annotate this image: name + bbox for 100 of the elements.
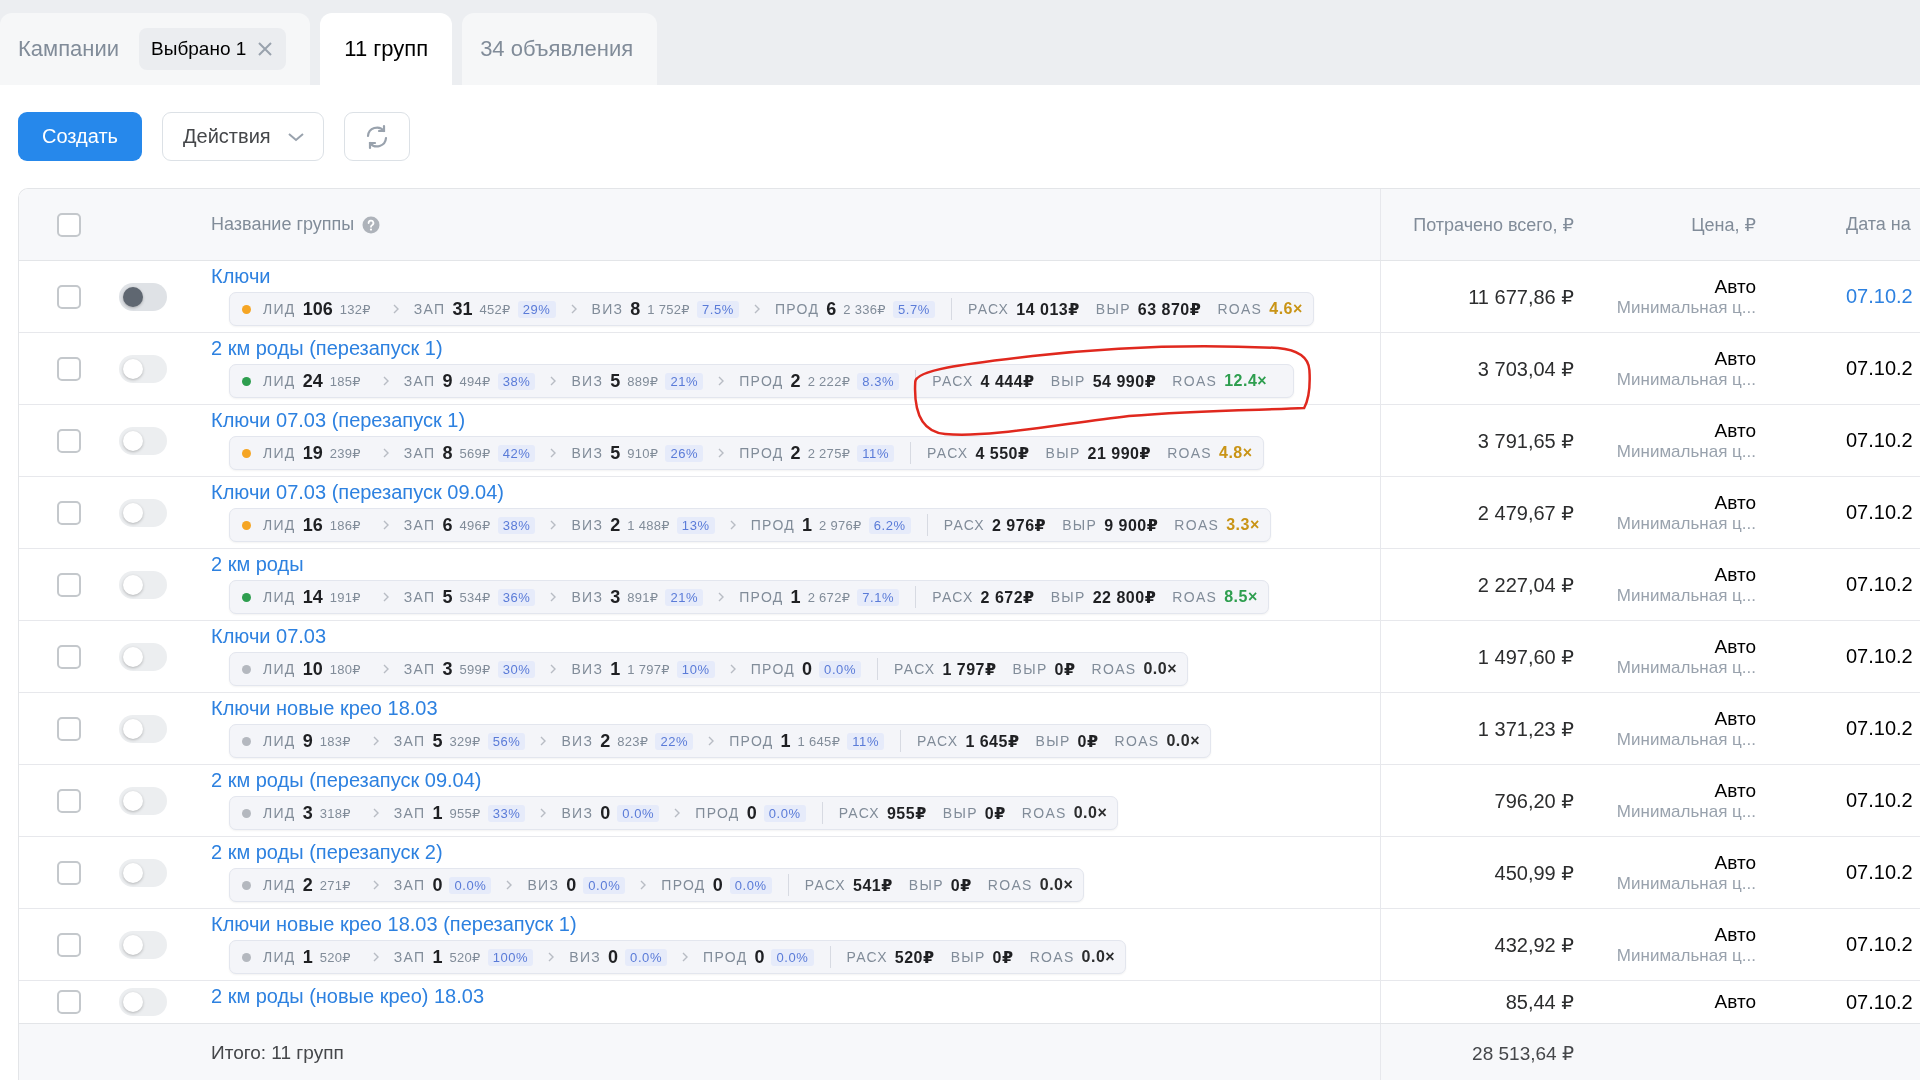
total-label: РАСХ xyxy=(932,589,974,605)
group-name-link[interactable]: Ключи 07.03 xyxy=(211,625,327,648)
status-toggle[interactable] xyxy=(119,930,167,959)
group-name-link[interactable]: Ключи новые крео 18.03 xyxy=(211,697,438,720)
row-checkbox[interactable] xyxy=(57,572,81,597)
actions-dropdown[interactable]: Действия xyxy=(162,112,324,161)
total-value: 63 870₽ xyxy=(1137,299,1202,319)
stage-cost: 186₽ xyxy=(329,517,361,533)
row-checkbox[interactable] xyxy=(57,990,81,1014)
conversion-badge: 38% xyxy=(497,516,536,534)
selection-chip[interactable]: Выбрано 1 xyxy=(139,28,287,70)
status-toggle[interactable] xyxy=(119,498,167,527)
date-cell-text: 07.10.2 xyxy=(1845,789,1914,812)
row-checkbox[interactable] xyxy=(57,788,81,813)
group-name-link[interactable]: 2 км роды (перезапуск 2) xyxy=(211,841,443,864)
price-note: Минимальная ц... xyxy=(1616,801,1756,822)
status-toggle[interactable] xyxy=(119,570,167,599)
stage-label: ЛИД xyxy=(263,589,296,605)
chevron-right-icon xyxy=(639,880,648,890)
price-note: Минимальная ц... xyxy=(1616,873,1756,894)
conversion-badge: 29% xyxy=(517,300,556,318)
status-toggle[interactable] xyxy=(119,858,167,887)
group-name-link[interactable]: 2 км роды (перезапуск 09.04) xyxy=(211,769,482,792)
stage-cost: 494₽ xyxy=(459,373,491,389)
stage-count: 2 xyxy=(790,370,801,392)
row-checkbox[interactable] xyxy=(57,860,81,885)
refresh-button[interactable] xyxy=(343,112,410,161)
row-checkbox[interactable] xyxy=(57,284,81,309)
status-toggle[interactable] xyxy=(119,988,167,1016)
conversion-badge: 21% xyxy=(665,588,704,606)
total-value: 4.8× xyxy=(1219,444,1253,462)
stage-cost: 2 222₽ xyxy=(807,373,851,389)
conversion-badge: 100% xyxy=(487,948,534,966)
spent-cell-text: 85,44 ₽ xyxy=(1504,990,1575,1014)
total-label: ROAS xyxy=(1172,589,1218,605)
spent-cell-text: 2 227,04 ₽ xyxy=(1476,572,1575,597)
stage-count: 5 xyxy=(432,730,443,752)
date-cell[interactable]: 07.10.2 xyxy=(1794,285,1920,308)
total-value: 0.0× xyxy=(1143,660,1178,678)
group-name-link[interactable]: 2 км роды xyxy=(211,553,304,576)
create-button[interactable]: Создать xyxy=(18,112,142,161)
chevron-right-icon xyxy=(549,448,558,458)
stage-cost: 910₽ xyxy=(627,445,659,461)
select-all-checkbox[interactable] xyxy=(57,212,81,237)
conversion-badge: 7.5% xyxy=(696,300,739,318)
row-checkbox[interactable] xyxy=(57,500,81,525)
close-icon[interactable] xyxy=(256,40,275,58)
chevron-right-icon xyxy=(371,736,380,746)
stage-count: 106 xyxy=(302,298,333,320)
date-cell-text: 07.10.2 xyxy=(1845,990,1914,1014)
chevron-right-icon xyxy=(539,736,548,746)
conversion-badge: 0.0% xyxy=(617,804,660,822)
chevron-right-icon xyxy=(728,664,737,674)
total-value: 955₽ xyxy=(886,803,927,823)
stage-label: ВИЗ xyxy=(571,589,604,605)
total-label: ВЫР xyxy=(942,805,978,821)
group-name-link[interactable]: Ключи xyxy=(211,265,271,288)
stage-label: ЛИД xyxy=(263,805,296,821)
row-checkbox[interactable] xyxy=(57,644,81,669)
row-checkbox[interactable] xyxy=(57,356,81,381)
status-toggle[interactable] xyxy=(119,786,167,815)
group-name-link[interactable]: 2 км роды (новые крео) 18.03 xyxy=(211,985,485,1008)
stage-label: ВИЗ xyxy=(569,949,602,965)
stage-label: ЗАП xyxy=(393,877,426,893)
status-toggle[interactable] xyxy=(119,642,167,671)
price-note: Минимальная ц... xyxy=(1616,945,1756,966)
group-name-link[interactable]: Ключи новые крео 18.03 (перезапуск 1) xyxy=(211,913,577,936)
total-value: 0₽ xyxy=(992,947,1014,967)
chevron-right-icon xyxy=(381,448,390,458)
tab[interactable]: 11 групп xyxy=(320,13,453,85)
row-checkbox[interactable] xyxy=(57,716,81,741)
stage-cost: 2 275₽ xyxy=(807,445,851,461)
stage-cost: 534₽ xyxy=(459,589,491,605)
group-name-link[interactable]: 2 км роды (перезапуск 1) xyxy=(211,337,443,360)
tab[interactable]: 34 объявления xyxy=(462,13,658,85)
group-name-link[interactable]: Ключи 07.03 (перезапуск 09.04) xyxy=(211,481,504,504)
tab-label[interactable]: Кампании xyxy=(18,36,120,62)
status-toggle[interactable] xyxy=(119,282,167,311)
total-label: РАСХ xyxy=(943,517,985,533)
stage-count: 3 xyxy=(442,658,453,680)
row-checkbox[interactable] xyxy=(57,428,81,453)
status-toggle[interactable] xyxy=(119,426,167,455)
status-toggle[interactable] xyxy=(119,714,167,743)
conversion-badge: 0.0% xyxy=(625,948,668,966)
status-toggle[interactable] xyxy=(119,354,167,383)
price-value: Авто xyxy=(1714,491,1756,514)
spent-cell-text: 3 791,65 ₽ xyxy=(1476,428,1575,453)
conversion-badge: 11% xyxy=(847,732,885,750)
stage-label: ПРОД xyxy=(739,445,784,461)
total-label: РАСХ xyxy=(838,805,880,821)
stage-label: ЛИД xyxy=(263,301,296,317)
total-value: 0₽ xyxy=(1054,659,1076,679)
spent-cell-text: 3 703,04 ₽ xyxy=(1476,356,1575,381)
conversion-badge: 38% xyxy=(497,372,536,390)
stage-count: 1 xyxy=(610,658,621,680)
help-icon[interactable] xyxy=(362,215,381,234)
group-name-link[interactable]: Ключи 07.03 (перезапуск 1) xyxy=(211,409,466,432)
row-checkbox[interactable] xyxy=(57,932,81,957)
price-note: Минимальная ц... xyxy=(1616,441,1756,462)
conversion-badge: 0.0% xyxy=(763,804,806,822)
